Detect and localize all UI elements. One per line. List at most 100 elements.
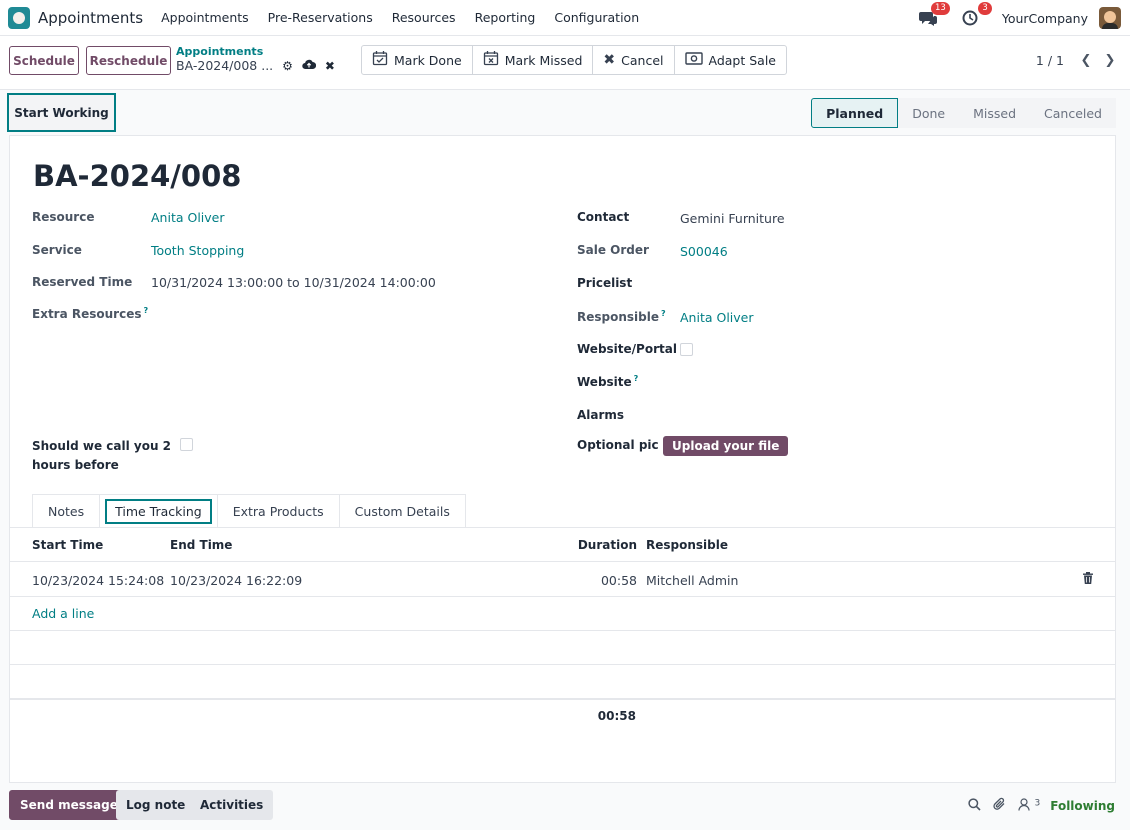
row-responsible[interactable]: Mitchell Admin	[646, 573, 738, 588]
website-portal-checkbox[interactable]	[680, 343, 693, 356]
website-label-text: Website	[577, 375, 632, 389]
breadcrumb: Appointments BA-2024/008 ... ⚙ ✖	[176, 45, 335, 74]
website-label: Website?	[577, 374, 638, 389]
gear-icon[interactable]: ⚙	[282, 58, 293, 74]
extra-resources-label-text: Extra Resources	[32, 307, 142, 321]
menu-appointments[interactable]: Appointments	[161, 10, 249, 25]
call-before-label-line-1: Should we call you 2	[32, 439, 172, 453]
calendar-check-icon	[372, 50, 388, 70]
tab-notes[interactable]: Notes	[32, 494, 101, 527]
alarms-label: Alarms	[577, 408, 625, 422]
app-logo-icon[interactable]	[8, 6, 30, 29]
reserved-time-label: Reserved Time	[32, 275, 133, 289]
website-portal-label: Website/Portal	[577, 342, 677, 356]
send-message-button[interactable]: Send message	[9, 790, 129, 820]
extra-resources-label: Extra Resources?	[32, 306, 148, 321]
tab-time-tracking[interactable]: Time Tracking	[99, 494, 218, 527]
discard-close-icon[interactable]: ✖	[325, 58, 335, 74]
record-title: BA-2024/008	[33, 159, 242, 193]
status-bar: Start Working Planned Done Missed Cancel…	[0, 90, 1130, 135]
menu-reporting[interactable]: Reporting	[475, 10, 536, 25]
menu-pre-reservations[interactable]: Pre-Reservations	[268, 10, 373, 25]
activities-clock-icon[interactable]: 3	[960, 2, 992, 28]
extra-resources-help-mark[interactable]: ?	[144, 306, 149, 315]
messages-badge: 13	[931, 2, 950, 15]
mark-missed-label: Mark Missed	[504, 52, 583, 68]
tab-custom-details[interactable]: Custom Details	[338, 494, 466, 527]
company-switcher[interactable]: YourCompany	[1002, 11, 1088, 26]
upload-file-button[interactable]: Upload your file	[663, 436, 789, 456]
pager-previous-icon[interactable]: ❮	[1076, 49, 1096, 71]
stage-planned[interactable]: Planned	[811, 98, 899, 128]
responsible-help-mark[interactable]: ?	[661, 309, 666, 318]
activities-button[interactable]: Activities	[190, 790, 274, 820]
mark-missed-button[interactable]: Mark Missed	[473, 46, 594, 74]
stage-canceled[interactable]: Canceled	[1030, 98, 1116, 128]
header-divider	[10, 561, 1115, 562]
column-start-time[interactable]: Start Time	[32, 538, 103, 552]
resource-label: Resource	[32, 210, 95, 224]
paperclip-icon[interactable]	[993, 797, 1006, 815]
add-line-link[interactable]: Add a line	[32, 606, 94, 621]
column-end-time[interactable]: End Time	[170, 538, 232, 552]
sale-order-label: Sale Order	[577, 243, 649, 257]
responsible-field[interactable]: Anita Oliver	[680, 310, 754, 325]
pricelist-label: Pricelist	[577, 276, 633, 290]
app-name[interactable]: Appointments	[38, 9, 143, 27]
activities-badge: 3	[978, 2, 992, 15]
call-before-label: Should we call you 2 hours before	[32, 437, 171, 475]
menu-configuration[interactable]: Configuration	[554, 10, 639, 25]
trash-icon[interactable]	[1083, 572, 1093, 584]
tab-time-tracking-label: Time Tracking	[105, 498, 212, 524]
money-bill-icon	[684, 51, 703, 69]
table-footer-divider	[10, 698, 1115, 700]
call-before-checkbox[interactable]	[180, 438, 193, 451]
user-avatar[interactable]	[1099, 7, 1121, 29]
cancel-button[interactable]: ✖ Cancel	[593, 46, 675, 74]
tab-extra-products[interactable]: Extra Products	[216, 494, 340, 527]
start-working-button[interactable]: Start Working	[7, 93, 116, 132]
adapt-sale-button[interactable]: Adapt Sale	[675, 46, 787, 74]
chatter-tools: 3 Following	[968, 797, 1115, 815]
cloud-save-icon[interactable]	[302, 58, 317, 74]
row-start-time[interactable]: 10/23/2024 15:24:08	[32, 573, 164, 588]
pager-value[interactable]: 1 / 1	[1036, 53, 1064, 68]
call-before-label-line-2: hours before	[32, 458, 119, 472]
following-button[interactable]: Following	[1050, 799, 1115, 813]
website-help-mark[interactable]: ?	[634, 374, 639, 383]
reserved-time-field[interactable]: 10/31/2024 13:00:00 to 10/31/2024 14:00:…	[151, 275, 436, 290]
stage-missed[interactable]: Missed	[959, 98, 1031, 128]
contact-field[interactable]: Gemini Furniture	[680, 211, 785, 226]
control-panel: Schedule Reschedule Appointments BA-2024…	[0, 36, 1130, 90]
messages-icon[interactable]: 13	[918, 2, 950, 28]
schedule-button[interactable]: Schedule	[9, 46, 79, 75]
stage-done[interactable]: Done	[898, 98, 960, 128]
column-responsible[interactable]: Responsible	[646, 538, 728, 552]
adapt-sale-label: Adapt Sale	[708, 52, 777, 68]
breadcrumb-appointments-link[interactable]: Appointments	[176, 45, 335, 58]
row-end-time[interactable]: 10/23/2024 16:22:09	[170, 573, 302, 588]
record-reference: BA-2024/008 ...	[176, 58, 274, 73]
menu-resources[interactable]: Resources	[392, 10, 456, 25]
log-note-button[interactable]: Log note	[116, 790, 196, 820]
pager: 1 / 1 ❮ ❯	[1036, 49, 1120, 71]
sale-order-field[interactable]: S00046	[680, 244, 728, 259]
duration-total: 00:58	[597, 709, 636, 723]
mark-done-label: Mark Done	[394, 52, 462, 68]
service-label: Service	[32, 243, 82, 257]
reschedule-button[interactable]: Reschedule	[86, 46, 171, 75]
service-field[interactable]: Tooth Stopping	[151, 243, 244, 258]
followers-count: 3	[1034, 798, 1041, 809]
mark-done-button[interactable]: Mark Done	[362, 46, 473, 74]
followers-button[interactable]: 3	[1018, 797, 1041, 815]
search-icon[interactable]	[968, 797, 981, 815]
action-button-group: Mark Done Mark Missed ✖ Cancel Adapt Sal…	[361, 45, 787, 75]
optional-pic-label: Optional pic	[577, 438, 659, 452]
column-duration[interactable]: Duration	[578, 538, 637, 552]
row-duration[interactable]: 00:58	[601, 573, 637, 588]
user-icon	[1018, 797, 1034, 815]
contact-label: Contact	[577, 210, 630, 224]
calendar-x-icon	[483, 50, 499, 70]
resource-field[interactable]: Anita Oliver	[151, 210, 225, 225]
pager-next-icon[interactable]: ❯	[1100, 49, 1120, 71]
